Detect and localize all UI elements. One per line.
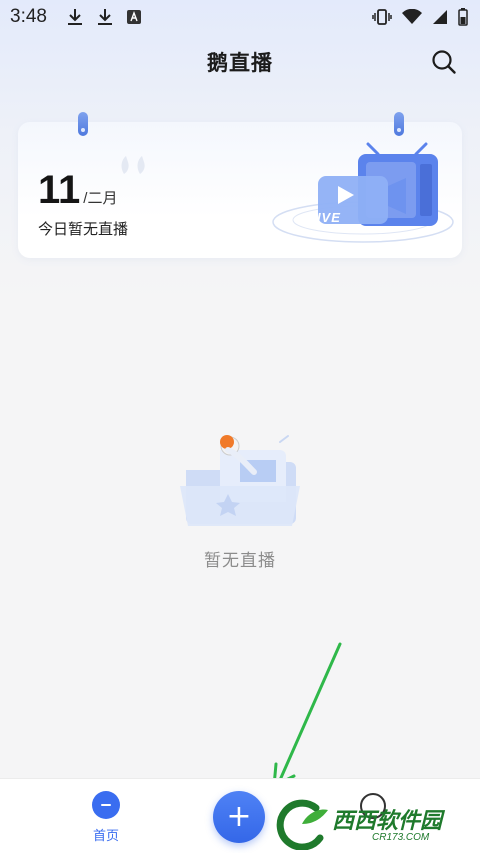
watermark-title: 西西软件园 — [332, 809, 443, 834]
empty-folder-illustration — [180, 435, 300, 526]
empty-state-text: 暂无直播 — [204, 551, 276, 571]
day-number: 11 — [38, 168, 81, 212]
download-icon — [67, 8, 83, 26]
calendar-pin — [394, 112, 404, 136]
calendar-pin — [78, 112, 88, 136]
annotation-arrow-icon — [272, 642, 342, 788]
month-label: 二月 — [87, 189, 118, 207]
date-display: 11 / 二月 — [38, 170, 117, 210]
watermark: 西西软件园 CR173.COM — [272, 798, 478, 850]
header: 鹅直播 — [0, 40, 480, 84]
nav-home[interactable]: 首页 — [82, 791, 130, 847]
today-no-live-text: 今日暂无直播 — [38, 220, 129, 238]
home-icon — [92, 791, 120, 819]
watermark-subtitle: CR173.COM — [372, 832, 430, 843]
page-title: 鹅直播 — [207, 51, 273, 75]
status-right — [372, 8, 468, 26]
search-icon — [432, 50, 456, 74]
calendar-card: 11 / 二月 今日暂无直播 LIVE — [18, 112, 462, 258]
signal-icon — [432, 9, 448, 25]
live-badge: LIVE — [308, 210, 341, 225]
vibrate-icon — [372, 9, 392, 25]
status-left: 3:48 — [10, 6, 141, 28]
battery-icon — [458, 8, 468, 26]
quote-decoration — [121, 156, 145, 174]
add-button[interactable]: + — [213, 791, 265, 843]
download-icon — [97, 8, 113, 26]
watermark-logo-icon — [276, 799, 328, 850]
status-time: 3:48 — [10, 6, 47, 27]
keyboard-a-icon — [126, 10, 141, 24]
nav-home-label: 首页 — [92, 829, 119, 844]
status-bar: 3:48 — [0, 0, 480, 34]
wifi-icon — [402, 9, 422, 25]
tv-live-illustration — [272, 142, 454, 243]
search-button[interactable] — [428, 46, 460, 78]
